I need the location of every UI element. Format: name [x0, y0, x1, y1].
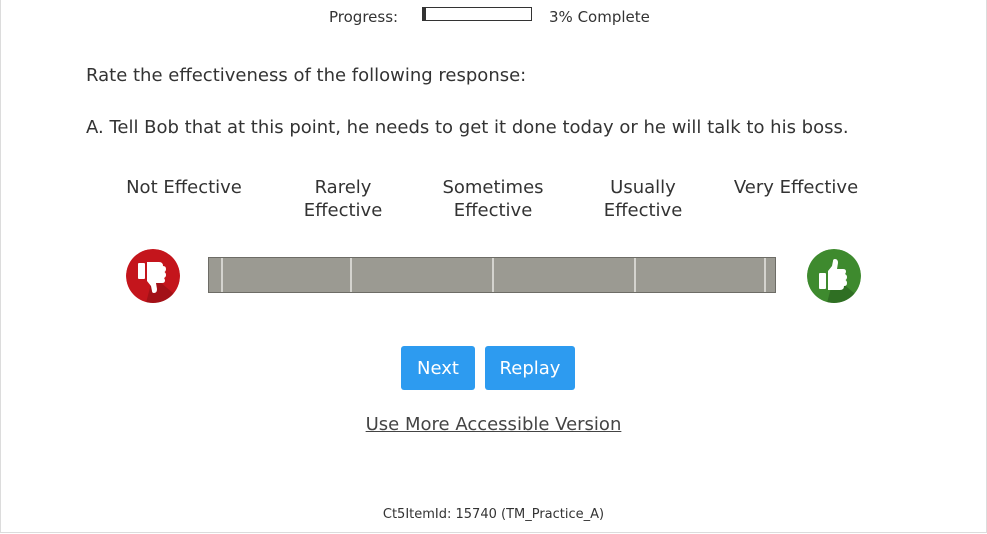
thumbs-up-icon: [807, 249, 861, 303]
slider-tick: [350, 258, 352, 292]
accessible-version-link[interactable]: Use More Accessible Version: [366, 414, 622, 435]
progress-text: 3% Complete: [549, 8, 650, 26]
progress-bar-fill: [423, 8, 427, 20]
rating-slider[interactable]: [208, 257, 776, 293]
slider-tick: [221, 258, 223, 292]
scale-label-sometimes-effective: Sometimes Effective: [442, 177, 544, 221]
next-button[interactable]: Next: [401, 346, 475, 390]
slider-tick: [634, 258, 636, 292]
accessible-version-link-container: Use More Accessible Version: [0, 414, 987, 435]
progress-label: Progress:: [329, 8, 399, 26]
item-id-footer: Ct5ItemId: 15740 (TM_Practice_A): [382, 507, 605, 522]
progress-section: Progress: 3% Complete: [0, 6, 987, 28]
scale-label-rarely-effective: Rarely Effective: [303, 177, 383, 221]
slider-tick: [764, 258, 766, 292]
scale-label-usually-effective: Usually Effective: [603, 177, 683, 221]
scale-label-not-effective: Not Effective: [126, 177, 242, 198]
prompt-text: Rate the effectiveness of the following …: [86, 65, 527, 86]
slider-tick: [492, 258, 494, 292]
scale-label-very-effective: Very Effective: [733, 177, 859, 198]
thumbs-down-icon: [126, 249, 180, 303]
replay-button[interactable]: Replay: [485, 346, 575, 390]
progress-bar: [422, 7, 532, 21]
question-text: A. Tell Bob that at this point, he needs…: [86, 117, 849, 138]
